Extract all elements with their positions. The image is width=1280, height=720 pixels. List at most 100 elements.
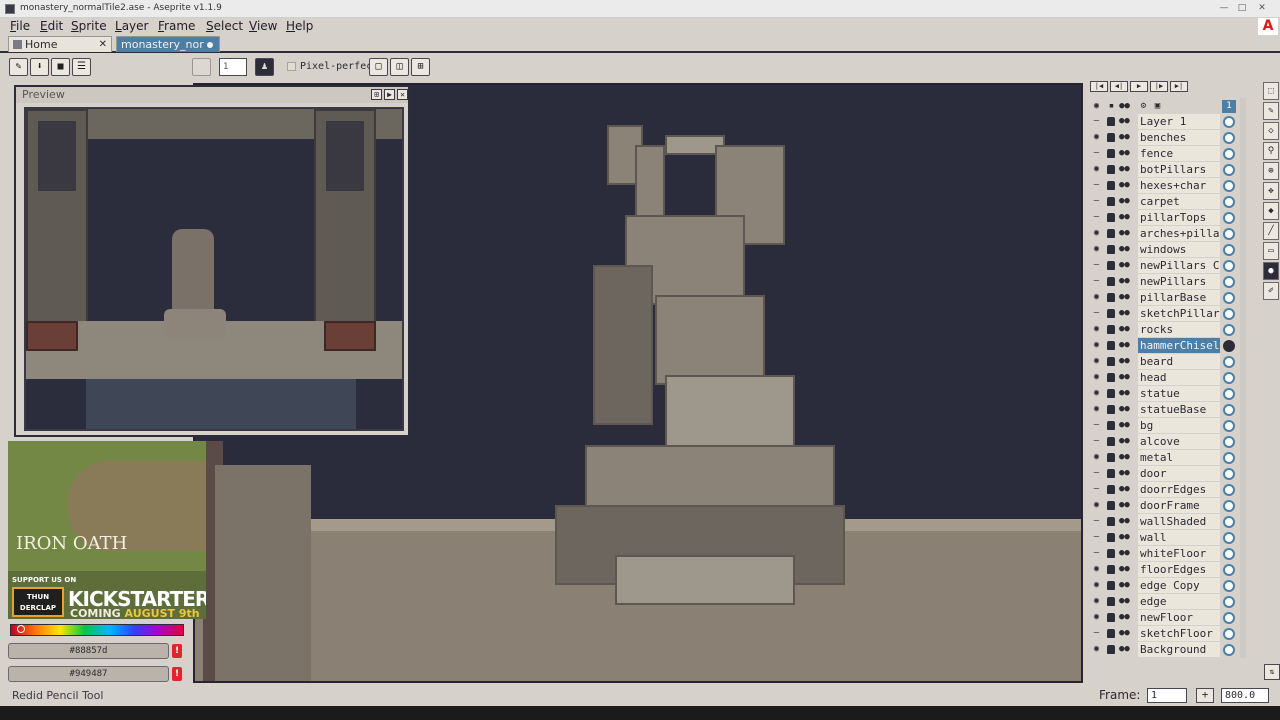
eye-icon[interactable]: ◉ xyxy=(1091,132,1102,143)
layer-row[interactable]: — ●● newPillars Copy xyxy=(1088,258,1238,274)
eye-icon[interactable]: ◉ xyxy=(1091,404,1102,415)
lock-icon[interactable] xyxy=(1107,373,1115,382)
cel-icon[interactable] xyxy=(1223,388,1235,400)
layer-name[interactable]: fence xyxy=(1138,146,1220,161)
eye-icon[interactable]: ◉ xyxy=(1091,644,1102,655)
layer-row[interactable]: — ●● bg xyxy=(1088,418,1238,434)
cel-icon[interactable] xyxy=(1223,196,1235,208)
tab-home[interactable]: Home ✕ xyxy=(8,36,112,52)
cel-icon[interactable] xyxy=(1223,228,1235,240)
lock-icon[interactable] xyxy=(1107,133,1115,142)
cel-icon[interactable] xyxy=(1223,356,1235,368)
layer-name[interactable]: doorrEdges xyxy=(1138,482,1220,497)
lock-icon[interactable] xyxy=(1107,309,1115,318)
lock-icon[interactable] xyxy=(1107,453,1115,462)
cel-icon[interactable] xyxy=(1223,580,1235,592)
continuous-icon[interactable]: ●● xyxy=(1119,292,1133,303)
symmetry-vertical-icon[interactable]: ⊞ xyxy=(411,58,430,76)
continuous-icon[interactable]: ●● xyxy=(1119,580,1133,591)
eye-icon[interactable]: ◉ xyxy=(1091,228,1102,239)
layer-name[interactable]: hammerChisel xyxy=(1138,338,1220,353)
preview-play-icon[interactable]: ▶ xyxy=(384,89,395,100)
lock-icon[interactable] xyxy=(1107,325,1115,334)
lock-icon[interactable] xyxy=(1107,357,1115,366)
layer-name[interactable]: doorFrame xyxy=(1138,498,1220,513)
lock-icon[interactable] xyxy=(1107,405,1115,414)
symmetry-none-icon[interactable]: □ xyxy=(369,58,388,76)
eye-icon[interactable]: ◉ xyxy=(1091,356,1102,367)
background-color-field[interactable]: #949487 xyxy=(8,666,169,682)
lock-icon[interactable] xyxy=(1107,645,1115,654)
layer-row[interactable]: — ●● Layer 1 xyxy=(1088,114,1238,130)
next-frame-icon[interactable]: |▶ xyxy=(1150,81,1168,92)
layer-row[interactable]: ◉ ●● edge xyxy=(1088,594,1238,610)
continuous-icon[interactable]: ●● xyxy=(1119,612,1133,623)
lock-icon[interactable] xyxy=(1107,421,1115,430)
cel-icon[interactable] xyxy=(1223,260,1235,272)
prev-frame-icon[interactable]: ◀| xyxy=(1110,81,1128,92)
lock-icon[interactable] xyxy=(1107,149,1115,158)
layer-name[interactable]: edge Copy xyxy=(1138,578,1220,593)
continuous-icon[interactable]: ●● xyxy=(1119,308,1133,319)
layer-row[interactable]: ◉ ●● statueBase xyxy=(1088,402,1238,418)
tab-close-icon[interactable]: ✕ xyxy=(99,37,107,52)
continuous-icon[interactable]: ●● xyxy=(1119,564,1133,575)
layer-name[interactable]: pillarBase xyxy=(1138,290,1220,305)
pixel-perfect-checkbox[interactable] xyxy=(287,62,296,71)
eye-closed-icon[interactable]: — xyxy=(1091,628,1102,639)
close-window-button[interactable]: ✕ xyxy=(1256,3,1268,14)
lock-icon[interactable] xyxy=(1107,549,1115,558)
layer-row[interactable]: ◉ ●● doorFrame xyxy=(1088,498,1238,514)
eye-icon[interactable]: ◉ xyxy=(1091,292,1102,303)
continuous-icon[interactable]: ●● xyxy=(1119,644,1133,655)
layer-name[interactable]: windows xyxy=(1138,242,1220,257)
layer-row[interactable]: ◉ ●● beard xyxy=(1088,354,1238,370)
continuous-icon[interactable]: ●● xyxy=(1119,356,1133,367)
cel-icon[interactable] xyxy=(1223,516,1235,528)
modified-dot-icon[interactable] xyxy=(207,42,213,48)
eye-icon[interactable]: ◉ xyxy=(1091,612,1102,623)
frame-number[interactable]: 1 xyxy=(1222,100,1236,113)
layer-row[interactable]: — ●● fence xyxy=(1088,146,1238,162)
cel-icon[interactable] xyxy=(1223,532,1235,544)
first-frame-icon[interactable]: |◀ xyxy=(1090,81,1108,92)
cel-icon[interactable] xyxy=(1223,500,1235,512)
cel-icon[interactable] xyxy=(1223,596,1235,608)
layer-name[interactable]: statue xyxy=(1138,386,1220,401)
header-onion-icon[interactable]: ▣ xyxy=(1152,101,1163,112)
layer-name[interactable]: Layer 1 xyxy=(1138,114,1220,129)
continuous-icon[interactable]: ●● xyxy=(1119,228,1133,239)
eye-closed-icon[interactable]: — xyxy=(1091,468,1102,479)
layer-name[interactable]: beard xyxy=(1138,354,1220,369)
eye-icon[interactable]: ◉ xyxy=(1091,388,1102,399)
continuous-icon[interactable]: ●● xyxy=(1119,404,1133,415)
cel-icon[interactable] xyxy=(1223,180,1235,192)
cel-icon[interactable] xyxy=(1223,324,1235,336)
layer-name[interactable]: wallShaded xyxy=(1138,514,1220,529)
layer-name[interactable]: head xyxy=(1138,370,1220,385)
cel-icon[interactable] xyxy=(1223,116,1235,128)
cel-icon[interactable] xyxy=(1223,420,1235,432)
cel-icon[interactable] xyxy=(1223,404,1235,416)
last-frame-icon[interactable]: ▶| xyxy=(1170,81,1188,92)
layer-name[interactable]: wall xyxy=(1138,530,1220,545)
play-icon[interactable]: ▶ xyxy=(1130,81,1148,92)
cel-icon[interactable] xyxy=(1223,292,1235,304)
cel-icon[interactable] xyxy=(1223,564,1235,576)
continuous-icon[interactable]: ●● xyxy=(1119,340,1133,351)
continuous-icon[interactable]: ●● xyxy=(1119,164,1133,175)
pencil-tool-icon[interactable]: ✎ xyxy=(1263,102,1279,120)
lock-icon[interactable] xyxy=(1107,293,1115,302)
continuous-icon[interactable]: ●● xyxy=(1119,324,1133,335)
layer-name[interactable]: bg xyxy=(1138,418,1220,433)
layer-row[interactable]: ◉ ●● edge Copy xyxy=(1088,578,1238,594)
layer-row[interactable]: ◉ ●● Background xyxy=(1088,642,1238,658)
layer-row[interactable]: ◉ ●● head xyxy=(1088,370,1238,386)
layer-name[interactable]: newPillars xyxy=(1138,274,1220,289)
layer-row[interactable]: ◉ ●● pillarBase xyxy=(1088,290,1238,306)
menu-sprite[interactable]: Sprite xyxy=(71,19,107,33)
layer-name[interactable]: edge xyxy=(1138,594,1220,609)
lock-icon[interactable] xyxy=(1107,437,1115,446)
menu-help[interactable]: Help xyxy=(286,19,313,33)
timeline-scrollbar[interactable] xyxy=(1240,98,1246,658)
